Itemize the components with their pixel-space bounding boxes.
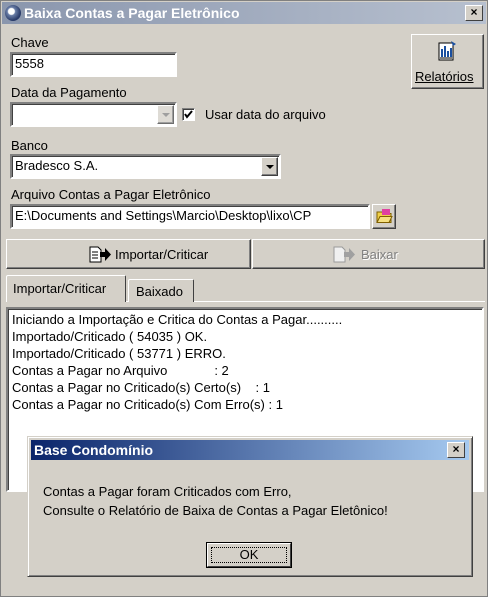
ok-button[interactable]: OK	[206, 542, 292, 568]
log-line: Importado/Criticado ( 54035 ) OK.	[12, 329, 208, 344]
data-pagamento-field[interactable]	[10, 102, 177, 127]
importar-criticar-label: Importar/Criticar	[115, 247, 209, 262]
log-line: Iniciando a Importação e Critica do Cont…	[12, 312, 343, 327]
checkmark-icon	[184, 110, 193, 119]
usar-data-label: Usar data do arquivo	[205, 107, 326, 122]
usar-data-checkbox[interactable]	[182, 108, 195, 121]
arquivo-label: Arquivo Contas a Pagar Eletrônico	[11, 187, 211, 202]
banco-label: Banco	[11, 138, 48, 153]
chave-label: Chave	[11, 35, 49, 50]
relatorios-button[interactable]: Relatórios	[411, 34, 484, 89]
log-lines: Iniciando a Importação e Critica do Cont…	[12, 311, 342, 413]
tab-importar-criticar[interactable]: Importar/Criticar	[6, 275, 126, 302]
log-line: Contas a Pagar no Criticado(s) Com Erro(…	[12, 397, 283, 412]
folder-open-icon	[376, 209, 393, 223]
arquivo-value: E:\Documents and Settings\Marcio\Desktop…	[15, 208, 312, 223]
relatorios-label: Relatórios	[415, 69, 474, 84]
banco-value: Bradesco S.A.	[15, 158, 99, 173]
log-line: Importado/Criticado ( 53771 ) ERRO.	[12, 346, 226, 361]
dialog-title: Base Condomínio	[34, 442, 154, 458]
baixar-label: Baixar	[361, 247, 398, 262]
log-line: Contas a Pagar no Criticado(s) Certo(s) …	[12, 380, 270, 395]
window-close-button[interactable]: ×	[465, 5, 483, 21]
data-pagamento-label: Data da Pagamento	[11, 85, 127, 100]
banco-select[interactable]: Bradesco S.A.	[10, 154, 281, 179]
ok-label: OK	[239, 547, 259, 562]
tab-baixado-label: Baixado	[136, 284, 183, 299]
import-icon	[89, 246, 111, 263]
dialog-titlebar[interactable]: Base Condomínio ×	[31, 440, 469, 460]
window-titlebar[interactable]: Baixa Contas a Pagar Eletrônico ×	[2, 2, 486, 24]
window-title: Baixa Contas a Pagar Eletrônico	[24, 5, 240, 21]
app-icon	[5, 5, 21, 21]
importar-criticar-button[interactable]: Importar/Criticar	[6, 239, 251, 269]
tab-baixado[interactable]: Baixado	[128, 279, 194, 302]
data-pagamento-dropdown-button[interactable]	[157, 105, 174, 124]
close-icon: ×	[452, 442, 460, 456]
chave-input[interactable]: 5558	[10, 52, 177, 77]
chave-value: 5558	[15, 56, 44, 71]
arquivo-browse-button[interactable]	[372, 204, 396, 229]
tab-importar-criticar-label: Importar/Criticar	[13, 281, 107, 296]
download-icon	[333, 246, 355, 263]
close-icon: ×	[470, 5, 478, 19]
report-icon	[438, 41, 456, 61]
baixar-button[interactable]: Baixar	[252, 239, 485, 269]
dialog-message-line1: Contas a Pagar foram Criticados com Erro…	[43, 484, 292, 499]
chevron-down-icon	[162, 113, 170, 117]
banco-dropdown-button[interactable]	[261, 157, 278, 176]
dialog-close-button[interactable]: ×	[447, 442, 465, 458]
arquivo-input[interactable]: E:\Documents and Settings\Marcio\Desktop…	[10, 204, 370, 229]
dialog-message-line2: Consulte o Relatório de Baixa de Contas …	[43, 503, 388, 518]
alert-dialog: Base Condomínio × Contas a Pagar foram C…	[27, 436, 473, 577]
chevron-down-icon	[266, 165, 274, 169]
log-line: Contas a Pagar no Arquivo : 2	[12, 363, 229, 378]
